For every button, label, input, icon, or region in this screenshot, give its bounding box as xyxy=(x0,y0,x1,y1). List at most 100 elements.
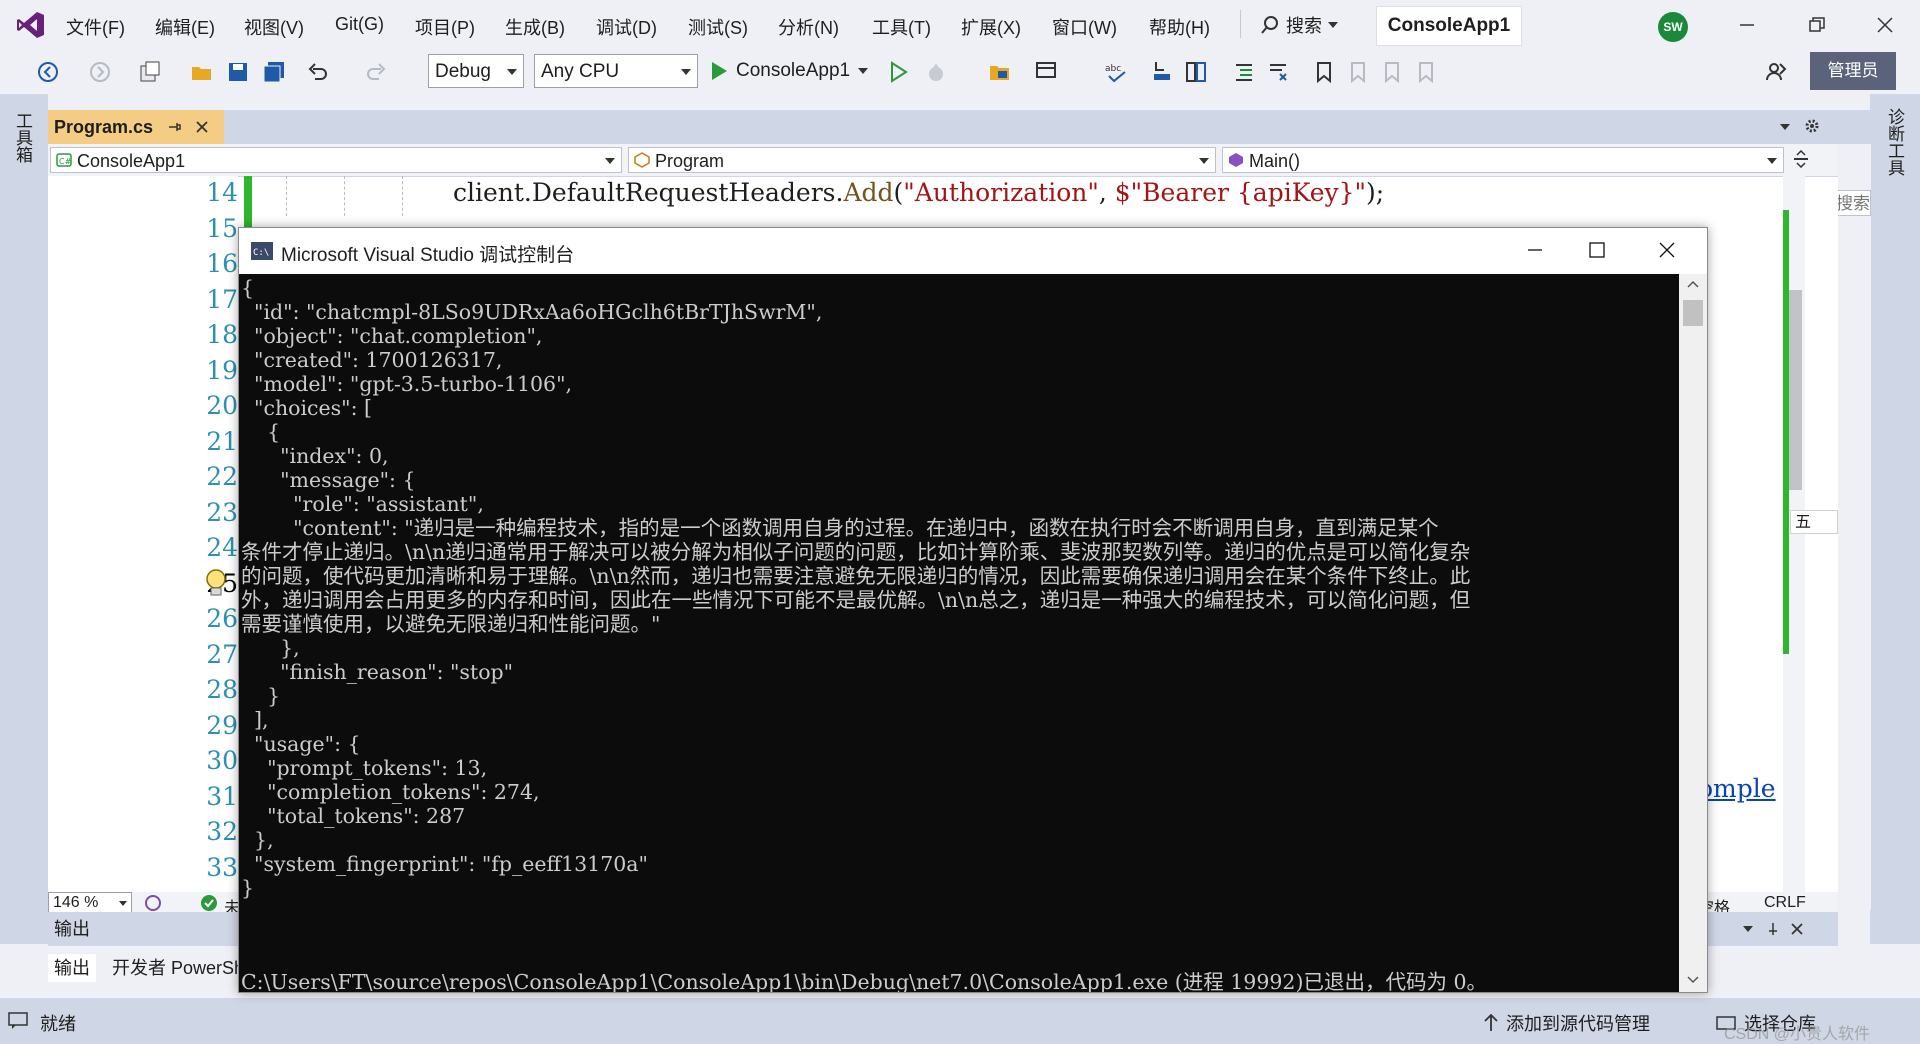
solution-configuration-select[interactable]: Debug xyxy=(428,54,524,88)
code-line-14[interactable]: client.DefaultRequestHeaders.Add("Author… xyxy=(453,178,1384,207)
add-to-source-control-button[interactable]: 添加到源代码管理 xyxy=(1484,1010,1650,1036)
nav-member-select[interactable]: Main() xyxy=(1222,147,1784,173)
line-number: 26 xyxy=(206,604,238,633)
menu-window[interactable]: 窗口(W) xyxy=(1052,14,1117,40)
copilot-icon[interactable] xyxy=(144,894,162,912)
console-minimize-icon[interactable] xyxy=(1527,242,1543,258)
menu-analyze[interactable]: 分析(N) xyxy=(778,14,839,40)
play-icon xyxy=(710,61,728,81)
menu-build[interactable]: 生成(B) xyxy=(505,14,565,40)
start-without-debugging-icon[interactable] xyxy=(886,60,910,84)
open-folder-icon[interactable] xyxy=(190,60,214,84)
solution-explorer-icon[interactable] xyxy=(988,60,1012,84)
close-icon[interactable] xyxy=(1868,8,1902,42)
menu-view[interactable]: 视图(V) xyxy=(244,14,304,40)
redo-icon[interactable] xyxy=(364,60,388,84)
hot-reload-icon[interactable] xyxy=(924,60,948,84)
toolbox-tab[interactable]: 工具箱 xyxy=(12,112,36,168)
toolbox-strip: 工具箱 xyxy=(0,94,48,944)
undo-icon[interactable] xyxy=(306,60,330,84)
search-button[interactable]: 搜索 xyxy=(1260,12,1338,38)
clear-bookmarks-icon[interactable] xyxy=(1414,60,1438,84)
save-icon[interactable] xyxy=(226,60,250,84)
line-number: 17 xyxy=(206,284,238,314)
new-project-icon[interactable] xyxy=(138,60,162,84)
menu-help[interactable]: 帮助(H) xyxy=(1149,14,1210,40)
layout-icon[interactable] xyxy=(1034,60,1058,84)
bookmark-icon[interactable] xyxy=(1312,60,1336,84)
console-vertical-scrollbar[interactable] xyxy=(1679,274,1707,992)
tab-overflow-icon[interactable] xyxy=(1780,124,1790,130)
menu-debug[interactable]: 调试(D) xyxy=(596,14,657,40)
close-tab-icon[interactable] xyxy=(195,120,209,134)
pin-icon[interactable] xyxy=(167,120,181,134)
nav-member-value: Main() xyxy=(1249,151,1301,171)
solution-platform-select[interactable]: Any CPU xyxy=(534,54,698,88)
config-value: Debug xyxy=(435,61,491,82)
console-maximize-icon[interactable] xyxy=(1589,242,1605,258)
start-debugging-button[interactable]: ConsoleApp1 xyxy=(710,56,869,86)
minimize-icon[interactable] xyxy=(1730,8,1764,42)
split-editor-icon[interactable] xyxy=(1792,150,1810,168)
menu-file[interactable]: 文件(F) xyxy=(66,14,125,40)
save-all-icon[interactable] xyxy=(262,60,286,84)
console-exit-message: C:\Users\FT\source\repos\ConsoleApp1\Con… xyxy=(241,970,1488,992)
nav-class-value: Program xyxy=(655,151,725,171)
console-app-icon: C:\ xyxy=(251,242,273,260)
ime-mode: 五 xyxy=(1795,514,1812,531)
partial-link-text[interactable]: omple xyxy=(1698,774,1776,803)
nav-project-value: ConsoleApp1 xyxy=(77,151,186,171)
scroll-up-icon[interactable] xyxy=(1687,280,1699,288)
columns-icon[interactable] xyxy=(1184,60,1208,84)
panel-dropdown-icon[interactable] xyxy=(1743,926,1753,932)
zoom-select[interactable]: 146 % xyxy=(48,892,132,914)
menu-edit[interactable]: 编辑(E) xyxy=(155,14,215,40)
ime-toolbar[interactable]: 五 xyxy=(1790,510,1838,534)
code-object: client.DefaultRequestHeaders. xyxy=(453,178,844,207)
back-nav-icon[interactable] xyxy=(36,60,60,84)
comment-lines-icon[interactable] xyxy=(1232,60,1256,84)
restore-icon[interactable] xyxy=(1800,8,1834,42)
console-close-icon[interactable] xyxy=(1659,242,1675,258)
uncomment-lines-icon[interactable] xyxy=(1266,60,1290,84)
nav-class-select[interactable]: Program xyxy=(628,147,1216,173)
menu-tools[interactable]: 工具(T) xyxy=(872,14,931,40)
nav-project-select[interactable]: C# ConsoleApp1 xyxy=(50,147,622,173)
menu-project[interactable]: 项目(P) xyxy=(415,14,475,40)
live-share-icon[interactable] xyxy=(1764,60,1788,84)
settings-gear-icon[interactable] xyxy=(1804,118,1820,134)
line-ending-label[interactable]: CRLF xyxy=(1764,894,1806,912)
next-bookmark-icon[interactable] xyxy=(1380,60,1404,84)
admin-button[interactable]: 管理员 xyxy=(1810,52,1896,90)
diagnostics-tab[interactable]: 诊断工具 xyxy=(1884,108,1908,181)
console-output[interactable]: { "id": "chatcmpl-8LSo9UDRxAa6oHGclh6tBr… xyxy=(239,274,1679,992)
console-title-bar[interactable]: C:\ Microsoft Visual Studio 调试控制台 xyxy=(239,228,1707,274)
forward-nav-icon[interactable] xyxy=(88,60,112,84)
step-into-icon[interactable] xyxy=(1150,60,1174,84)
svg-text:abc: abc xyxy=(1105,64,1121,74)
lightbulb-icon[interactable] xyxy=(203,568,229,598)
console-json-output: { "id": "chatcmpl-8LSo9UDRxAa6oHGclh6tBr… xyxy=(241,276,1471,900)
tab-developer-powershell[interactable]: 开发者 PowerSh xyxy=(106,954,250,982)
menu-test[interactable]: 测试(S) xyxy=(688,14,748,40)
console-scrollbar-thumb[interactable] xyxy=(1683,300,1703,326)
line-number: 21 xyxy=(206,426,238,456)
chevron-down-icon xyxy=(1328,22,1338,28)
visual-studio-logo-icon[interactable] xyxy=(16,10,46,40)
menu-extensions[interactable]: 扩展(X) xyxy=(961,14,1021,40)
tab-output[interactable]: 输出 xyxy=(48,954,96,982)
tab-program-cs[interactable]: Program.cs xyxy=(48,110,224,144)
status-ready-icon xyxy=(8,1012,28,1030)
spell-check-icon[interactable]: abc xyxy=(1104,60,1128,84)
prev-bookmark-icon[interactable] xyxy=(1346,60,1370,84)
diagnostics-search-input[interactable]: 搜索 xyxy=(1833,190,1871,216)
diagnostics-search-placeholder: 搜索 xyxy=(1836,194,1870,213)
no-issues-icon[interactable] xyxy=(200,894,218,912)
panel-close-icon[interactable] xyxy=(1790,922,1804,936)
panel-pin-icon[interactable] xyxy=(1766,922,1780,936)
indent-guide xyxy=(344,176,345,216)
scroll-down-icon[interactable] xyxy=(1687,976,1699,984)
menu-git[interactable]: Git(G) xyxy=(335,14,384,35)
code-close: ); xyxy=(1366,178,1385,207)
user-avatar[interactable]: SW xyxy=(1658,12,1688,42)
